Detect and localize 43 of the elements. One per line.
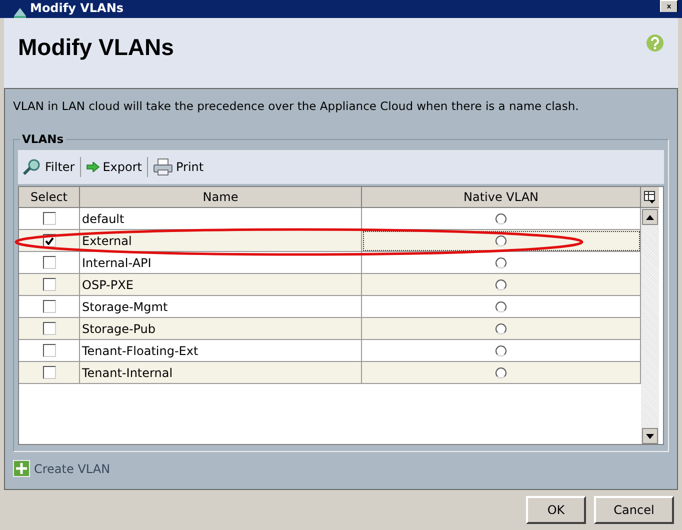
dialog-button[interactable]: OK	[526, 496, 586, 524]
magnifier-icon	[22, 158, 42, 176]
group-legend: VLANs	[20, 132, 66, 146]
column-header[interactable]: Native VLAN	[362, 187, 641, 208]
dialog-button[interactable]: Cancel	[594, 496, 674, 524]
radio-button[interactable]	[495, 212, 507, 224]
radio-button[interactable]	[495, 278, 507, 290]
column-header[interactable]: Name	[80, 187, 362, 208]
app-icon	[14, 8, 26, 18]
name-cell: External	[80, 230, 362, 252]
name-cell: Storage-Pub	[80, 318, 362, 340]
window-title: Modify VLANs	[30, 0, 124, 16]
plus-icon	[13, 460, 30, 477]
create-vlan-link[interactable]: Create VLAN	[13, 460, 110, 477]
checkbox[interactable]	[42, 300, 56, 313]
radio-button[interactable]	[495, 300, 507, 312]
radio-button[interactable]	[495, 322, 507, 334]
radio-button[interactable]	[495, 234, 507, 246]
name-cell: Tenant-Internal	[80, 362, 362, 384]
column-header[interactable]: Select	[19, 187, 80, 208]
checkbox[interactable]	[42, 256, 56, 269]
close-icon[interactable]	[667, 2, 671, 11]
checkbox[interactable]	[42, 278, 56, 291]
radio-button[interactable]	[495, 344, 507, 356]
dialog-title: Modify VLANs	[18, 34, 174, 62]
toolbar-button[interactable]: Filter	[20, 158, 77, 176]
arrow-icon	[86, 162, 100, 172]
toolbar-button[interactable]: Print	[151, 158, 206, 176]
column-chooser-icon[interactable]	[644, 190, 656, 204]
printer-icon	[153, 158, 173, 176]
checkbox[interactable]	[42, 322, 56, 335]
checkbox[interactable]	[42, 212, 56, 225]
scrollbar[interactable]	[641, 208, 659, 444]
radio-button[interactable]	[495, 366, 507, 378]
toolbar-button[interactable]: Export	[84, 160, 144, 174]
up-arrow-icon[interactable]	[646, 214, 654, 220]
radio-button[interactable]	[495, 256, 507, 268]
down-arrow-icon[interactable]	[646, 434, 654, 438]
info-text: VLAN in LAN cloud will take the precedence over the Appliance Cloud when there is a name clash.	[13, 99, 580, 113]
name-cell: OSP-PXE	[80, 274, 362, 296]
checkbox[interactable]	[42, 366, 56, 379]
checkbox[interactable]	[42, 344, 56, 357]
close-button[interactable]	[660, 0, 678, 12]
